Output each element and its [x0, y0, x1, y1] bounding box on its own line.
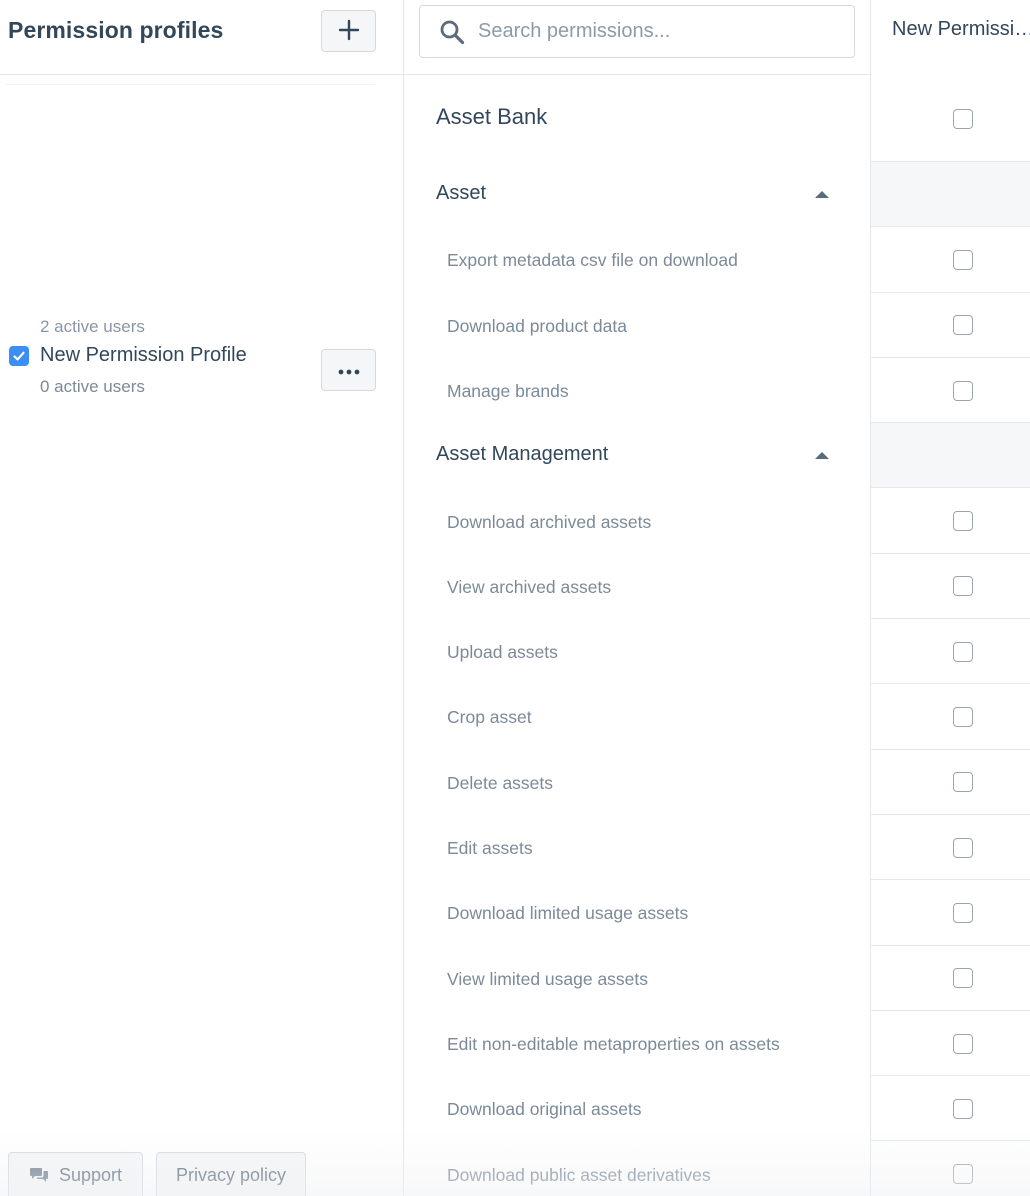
- permission-row-cell: [871, 684, 1030, 750]
- sidebar-blank-area: [0, 118, 403, 328]
- search-input[interactable]: [478, 6, 848, 57]
- permission-label: Download limited usage assets: [447, 903, 689, 924]
- permission-label: Download public asset derivatives: [447, 1164, 711, 1185]
- permission-checkbox[interactable]: [953, 707, 973, 728]
- permission-row-cell: [871, 880, 1030, 946]
- permission-row-cell: [871, 619, 1030, 685]
- permission-label: Edit assets: [447, 838, 533, 858]
- permission-checkbox[interactable]: [953, 641, 973, 662]
- permission-row-cell: [871, 293, 1030, 358]
- chat-icon: [29, 1166, 49, 1184]
- permission-checkbox[interactable]: [953, 1164, 973, 1185]
- permission-section-title[interactable]: Asset Management: [436, 443, 608, 466]
- permission-checkbox[interactable]: [953, 968, 973, 989]
- permission-row-cell: [871, 750, 1030, 815]
- privacy-policy-label: Privacy policy: [175, 1164, 287, 1185]
- permission-label: Delete assets: [447, 772, 554, 793]
- permission-row-cell: [871, 489, 1030, 554]
- support-label: Support: [59, 1164, 123, 1185]
- permission-checkbox[interactable]: [953, 1098, 973, 1119]
- permission-checkbox[interactable]: [953, 511, 973, 532]
- section-row-cell: [871, 423, 1030, 489]
- search-icon: [439, 19, 465, 50]
- profile-column-header: New Permissi…: [892, 18, 1030, 40]
- section-row-cell: [871, 162, 1030, 228]
- checkmark-icon: [13, 351, 25, 361]
- permission-label: Export metadata csv file on download: [447, 250, 738, 271]
- permission-label: Crop asset: [447, 707, 532, 728]
- collapse-caret-icon[interactable]: [815, 452, 829, 460]
- permission-label: Download original assets: [447, 1099, 642, 1120]
- plus-icon: [338, 19, 360, 44]
- profile-card-placeholder: [6, 85, 375, 117]
- permission-row-cell: [871, 1142, 1030, 1196]
- permission-list-column: Asset Bank Asset Export metadata csv file …: [404, 0, 871, 1196]
- permission-checkbox[interactable]: [953, 902, 973, 923]
- permission-section-title[interactable]: Asset: [436, 182, 486, 205]
- permission-label: Manage brands: [447, 380, 569, 401]
- profiles-sidebar: Permission profiles 2 active users New P…: [0, 0, 404, 1196]
- permission-checkbox[interactable]: [953, 837, 973, 858]
- permission-group-title: Asset Bank: [436, 104, 548, 129]
- permission-row-cell: [871, 227, 1030, 293]
- permission-checkbox[interactable]: [953, 249, 973, 270]
- permission-label: Download product data: [447, 315, 627, 336]
- profile-more-button[interactable]: [321, 349, 376, 391]
- permission-label: Upload assets: [447, 642, 558, 663]
- profile-active-users: 0 active users: [40, 377, 145, 396]
- permission-row-cell: [871, 1011, 1030, 1077]
- permission-checkbox[interactable]: [953, 576, 973, 597]
- permissions-page: Permission profiles 2 active users New P…: [0, 0, 1030, 1196]
- profile-checkbox[interactable]: [9, 346, 29, 366]
- permission-checkbox[interactable]: [953, 1033, 973, 1054]
- permission-checkbox[interactable]: [953, 108, 973, 129]
- permission-label: View archived assets: [447, 576, 612, 597]
- permission-row-cell: [871, 358, 1030, 424]
- permission-label: Download archived assets: [447, 511, 652, 532]
- permission-checkbox[interactable]: [953, 315, 973, 336]
- permission-checkbox[interactable]: [953, 380, 973, 401]
- collapse-caret-icon[interactable]: [815, 191, 829, 198]
- sidebar-title: Permission profiles: [8, 17, 224, 43]
- profile-permission-column: New Permissi…: [871, 0, 1030, 1196]
- permission-label: Edit non-editable metaproperties on asse…: [447, 1033, 780, 1054]
- search-box[interactable]: [419, 5, 855, 58]
- permission-row-cell: [871, 946, 1030, 1011]
- profile-list-item[interactable]: New Permission Profile 0 active users: [0, 336, 403, 406]
- permission-checkbox[interactable]: [953, 772, 973, 793]
- middle-header-divider: [404, 74, 870, 75]
- permission-row-cell: [871, 1076, 1030, 1142]
- privacy-policy-button[interactable]: Privacy policy: [156, 1152, 306, 1196]
- support-button[interactable]: Support: [8, 1152, 143, 1196]
- permission-label: View limited usage assets: [447, 968, 649, 989]
- permission-row-cell: [871, 75, 1030, 162]
- permission-row-cell: [871, 554, 1030, 620]
- ellipsis-icon: [338, 363, 360, 378]
- clipped-profile-subtitle: 2 active users: [40, 320, 145, 336]
- add-profile-button[interactable]: [321, 10, 376, 52]
- profile-name: New Permission Profile: [40, 344, 247, 366]
- sidebar-header: Permission profiles: [0, 0, 403, 75]
- permission-row-cell: [871, 815, 1030, 881]
